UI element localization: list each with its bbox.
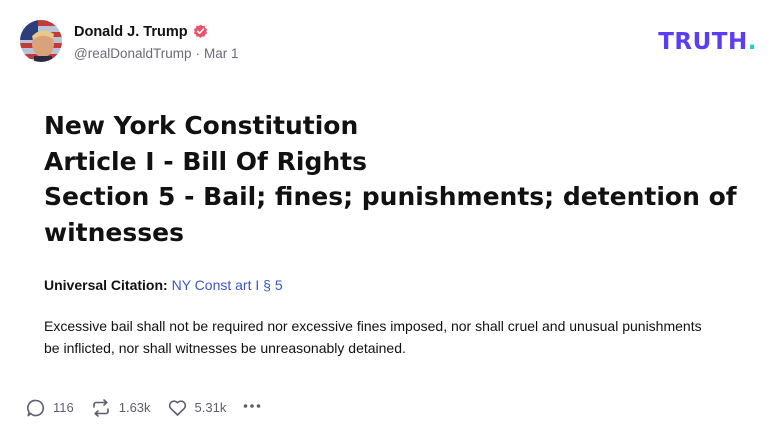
citation-link[interactable]: NY Const art I § 5 xyxy=(172,277,283,293)
heading-line: New York Constitution xyxy=(44,111,359,140)
reply-count: 116 xyxy=(53,400,74,415)
display-name-row: Donald J. Trump xyxy=(74,22,239,42)
post-header: Donald J. Trump @realDonaldTrump · Mar 1 xyxy=(20,20,239,62)
more-icon xyxy=(242,396,262,419)
post-heading: New York Constitution Article I - Bill O… xyxy=(44,108,744,250)
truth-social-logo[interactable]: TRUTH. xyxy=(658,29,757,55)
citation-label: Universal Citation: xyxy=(44,277,168,293)
citation: Universal Citation: NY Const art I § 5 xyxy=(44,277,283,293)
like-button[interactable]: 5.31k xyxy=(167,398,227,418)
retruth-count: 1.63k xyxy=(118,400,151,415)
display-name[interactable]: Donald J. Trump xyxy=(74,24,188,40)
action-bar: 116 1.63k 5.31k xyxy=(26,396,262,419)
retruth-button[interactable]: 1.63k xyxy=(90,398,151,418)
handle[interactable]: @realDonaldTrump xyxy=(74,46,192,61)
heading-line: Article I - Bill Of Rights xyxy=(44,146,367,176)
brand-dot: . xyxy=(747,29,757,55)
post-date[interactable]: Mar 1 xyxy=(204,46,239,61)
reply-icon xyxy=(26,398,46,418)
truth-post: Donald J. Trump @realDonaldTrump · Mar 1 T… xyxy=(0,0,777,438)
like-count: 5.31k xyxy=(194,400,227,415)
like-icon xyxy=(167,398,188,418)
avatar[interactable] xyxy=(20,20,62,62)
separator: · xyxy=(195,45,201,61)
handle-row: @realDonaldTrump · Mar 1 xyxy=(74,46,239,61)
post-body: Excessive bail shall not be required nor… xyxy=(44,318,702,356)
retruth-icon xyxy=(90,398,112,418)
reply-button[interactable]: 116 xyxy=(26,398,74,418)
heading-line: Section 5 - Bail; fines; punishments; de… xyxy=(44,182,737,247)
brand-name: TRUTH xyxy=(658,29,748,55)
more-options-button[interactable] xyxy=(242,396,262,419)
author-names: Donald J. Trump @realDonaldTrump · Mar 1 xyxy=(74,22,239,61)
verified-badge-icon xyxy=(193,24,208,39)
